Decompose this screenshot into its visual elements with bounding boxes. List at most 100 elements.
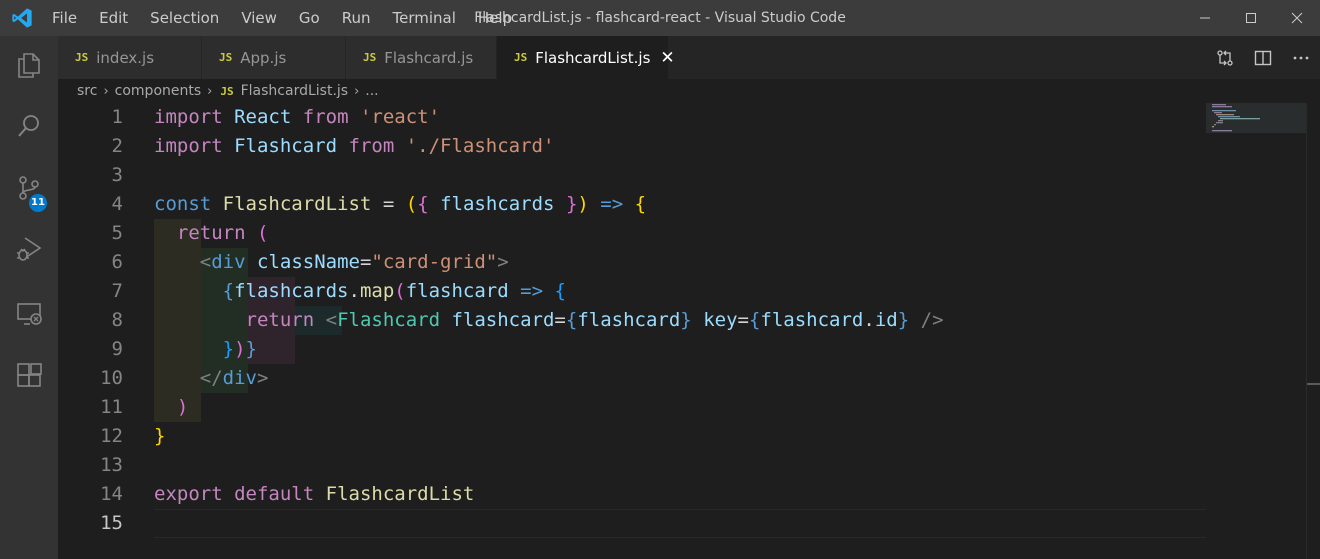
code-line: 2 import Flashcard from './Flashcard' [58, 132, 1206, 161]
activity-source-control[interactable]: 11 [0, 159, 58, 217]
remote-explorer-icon [17, 303, 42, 325]
more-actions-button[interactable] [1282, 36, 1320, 79]
code-line: 3 [58, 161, 1206, 190]
breadcrumb: src › components › JS FlashcardList.js ›… [58, 79, 1320, 103]
js-file-icon: JS [220, 84, 234, 98]
tab-label: FlashcardList.js [535, 48, 651, 67]
code-text: })} [222, 338, 257, 360]
menu-terminal[interactable]: Terminal [382, 0, 467, 36]
code-text: return ( [176, 222, 269, 244]
js-file-icon: JS [219, 51, 233, 64]
code-line: 1 import React from 'react' [58, 103, 1206, 132]
menu-help[interactable]: Help [467, 0, 523, 36]
menu-selection[interactable]: Selection [139, 0, 230, 36]
tab-label: index.js [96, 48, 155, 67]
code-line: 5 return ( [58, 219, 1206, 248]
line-number: 15 [100, 512, 123, 534]
code-editor[interactable]: 1 import React from 'react' 2 import Fla… [58, 103, 1320, 559]
code-text: import Flashcard from './Flashcard' [154, 135, 555, 157]
tab-close-icon[interactable]: ✕ [660, 48, 674, 68]
breadcrumb-file[interactable]: FlashcardList.js [241, 83, 348, 99]
code-line: 13 [58, 451, 1206, 480]
activity-run-debug[interactable] [0, 219, 58, 277]
code-text: <div className="card-grid"> [199, 251, 509, 273]
source-control-badge: 11 [29, 194, 47, 212]
run-debug-icon [17, 237, 42, 261]
menu-bar: File Edit Selection View Go Run Terminal… [41, 0, 523, 36]
menu-go[interactable]: Go [288, 0, 331, 36]
menu-view[interactable]: View [230, 0, 288, 36]
menu-edit[interactable]: Edit [88, 0, 139, 36]
code-line: 10 </div> [58, 364, 1206, 393]
vertical-scrollbar[interactable] [1306, 103, 1320, 559]
js-file-icon: JS [363, 51, 377, 64]
tab-flashcardlist-js[interactable]: JS FlashcardList.js ✕ [497, 36, 675, 79]
code-text: ) [176, 396, 189, 418]
activity-remote-explorer[interactable] [0, 285, 58, 343]
minimap[interactable] [1206, 103, 1306, 559]
minimize-icon [1200, 17, 1210, 19]
tab-index-js[interactable]: JS index.js [58, 36, 202, 79]
vscode-logo-icon[interactable] [11, 7, 33, 29]
activity-explorer[interactable] [0, 36, 58, 94]
code-line: 12 } [58, 422, 1206, 451]
code-line: 7 {flashcards.map(flashcard => { [58, 277, 1206, 306]
close-window-button[interactable] [1274, 0, 1320, 36]
activity-search[interactable] [0, 97, 58, 155]
code-line: 6 <div className="card-grid"> [58, 248, 1206, 277]
breadcrumb-src[interactable]: src [77, 83, 97, 99]
code-line: 11 ) [58, 393, 1206, 422]
search-icon [18, 115, 39, 137]
tab-label: Flashcard.js [384, 48, 474, 67]
split-editor-icon [1254, 50, 1272, 65]
code-line: 14 export default FlashcardList [58, 480, 1206, 509]
menu-file[interactable]: File [41, 0, 88, 36]
line-number: 9 [111, 338, 123, 360]
ellipsis-icon [1293, 56, 1309, 59]
split-editor-button[interactable] [1244, 36, 1282, 79]
tab-bar: JS index.js JS App.js JS Flashcard.js JS… [58, 36, 1320, 79]
line-number: 10 [100, 367, 123, 389]
js-file-icon: JS [75, 51, 89, 64]
code-text: const FlashcardList = ({ flashcards }) =… [154, 193, 647, 215]
editor-actions [1206, 36, 1320, 79]
tab-app-js[interactable]: JS App.js [202, 36, 346, 79]
line-number: 4 [111, 193, 123, 215]
js-file-icon: JS [514, 51, 528, 64]
maximize-button[interactable] [1228, 0, 1274, 36]
code-text: } [154, 425, 166, 447]
code-text: export default FlashcardList [154, 483, 475, 505]
activity-extensions[interactable] [0, 347, 58, 405]
tab-label: App.js [240, 48, 287, 67]
line-number: 13 [100, 454, 123, 476]
breadcrumb-symbol[interactable]: ... [365, 83, 378, 99]
code-line: 4 const FlashcardList = ({ flashcards })… [58, 190, 1206, 219]
line-number: 12 [100, 425, 123, 447]
tab-flashcard-js[interactable]: JS Flashcard.js [346, 36, 497, 79]
code-line: 8 return <Flashcard flashcard={flashcard… [58, 306, 1206, 335]
minimize-button[interactable] [1182, 0, 1228, 36]
line-number: 2 [111, 135, 123, 157]
chevron-right-icon: › [207, 83, 213, 99]
open-changes-button[interactable] [1206, 36, 1244, 79]
chevron-right-icon: › [103, 83, 109, 99]
compare-changes-icon [1217, 49, 1233, 66]
code-line: 15 [58, 509, 1206, 538]
line-number: 5 [111, 222, 123, 244]
maximize-icon [1246, 13, 1256, 23]
code-text: {flashcards.map(flashcard => { [222, 280, 566, 302]
scrollbar-cursor-marker [1307, 383, 1320, 385]
chevron-right-icon: › [354, 83, 360, 99]
line-number: 3 [111, 164, 123, 186]
title-bar: File Edit Selection View Go Run Terminal… [0, 0, 1320, 36]
breadcrumb-components[interactable]: components [115, 83, 202, 99]
line-number: 1 [111, 106, 123, 128]
line-number: 11 [100, 396, 123, 418]
line-number: 6 [111, 251, 123, 273]
extensions-icon [17, 363, 42, 387]
window-controls [1182, 0, 1320, 36]
code-text: return <Flashcard flashcard={flashcard} … [245, 309, 944, 331]
line-number: 14 [100, 483, 123, 505]
close-icon [1291, 12, 1303, 24]
menu-run[interactable]: Run [331, 0, 382, 36]
